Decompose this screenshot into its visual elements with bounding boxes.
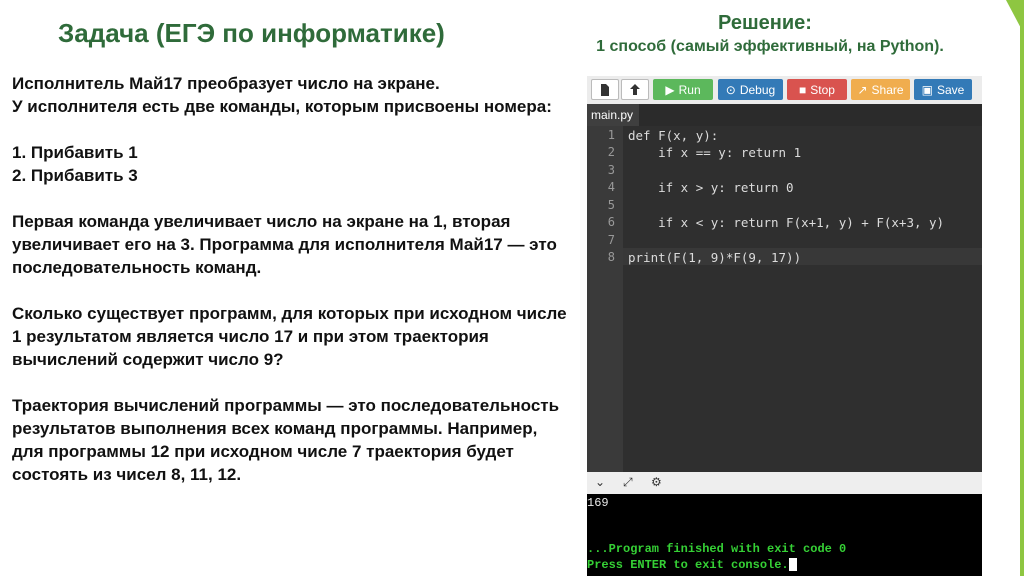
code-line: print(F(1, 9)*F(9, 17)) [628, 250, 802, 265]
debug-label: Debug [739, 82, 776, 97]
line-number: 5 [607, 198, 615, 212]
slide-title: Задача (ЕГЭ по информатике) [58, 18, 445, 48]
console-prompt: Press ENTER to exit console. [587, 558, 797, 572]
upload-icon[interactable] [621, 79, 649, 100]
console-cursor [788, 558, 797, 572]
console-prompt-text: Press ENTER to exit console. [587, 558, 789, 572]
play-icon: ▶ [665, 82, 675, 97]
share-icon: ↗ [857, 82, 868, 97]
console-finished: ...Program finished with exit code 0 [587, 542, 847, 556]
save-icon: ▣ [921, 82, 933, 97]
task-paragraph: 1. Прибавить 1 [12, 143, 138, 162]
line-number: 6 [607, 215, 615, 229]
online-ide: ▶ Run ⊙ Debug ■ Stop ↗ Share ▣ Save main… [587, 76, 982, 576]
run-label: Run [678, 82, 701, 97]
task-paragraph: Траектория вычислений программы — это по… [12, 396, 560, 484]
solution-subtitle: 1 способ (самый эффективный, на Python). [596, 38, 944, 55]
task-paragraph: У исполнителя есть две команды, которым … [12, 97, 552, 116]
accent-bar [1020, 0, 1024, 576]
ide-toolbar: ▶ Run ⊙ Debug ■ Stop ↗ Share ▣ Save [587, 76, 982, 104]
debug-icon: ⊙ [725, 82, 736, 97]
line-number: 1 [607, 128, 615, 142]
code-line: def F(x, y): [628, 128, 719, 143]
task-paragraph: Исполнитель Май17 преобразует число на э… [12, 74, 440, 93]
code-line: if x < y: return F(x+1, y) + F(x+3, y) [628, 215, 945, 230]
save-button[interactable]: ▣ Save [914, 79, 972, 100]
task-text: Исполнитель Май17 преобразует число на э… [12, 72, 572, 486]
accent-corner [1006, 0, 1024, 34]
line-number: 8 [607, 250, 615, 264]
stop-label: Stop [810, 82, 835, 97]
console-output[interactable]: 169 ...Program finished with exit code 0… [587, 494, 982, 576]
run-button[interactable]: ▶ Run [653, 79, 713, 100]
chevron-down-icon[interactable]: ⌄ [595, 475, 605, 489]
tab-main-py[interactable]: main.py [587, 104, 639, 126]
settings-icon[interactable]: ⚙ [651, 475, 662, 489]
share-label: Share [871, 82, 904, 97]
solution-title: Решение: [718, 12, 812, 34]
task-paragraph: Первая команда увеличивает число на экра… [12, 212, 557, 277]
tab-bar: main.py [587, 104, 982, 126]
task-paragraph: 2. Прибавить 3 [12, 166, 138, 185]
code-editor[interactable]: 1 2 3 4 5 6 7 8 def F(x, y): if x == y: … [587, 126, 982, 472]
stop-icon: ■ [799, 82, 807, 97]
console-toolbar: ⌄ ⤢ ⚙ [587, 472, 982, 494]
save-label: Save [936, 82, 965, 97]
expand-icon[interactable]: ⤢ [623, 475, 633, 490]
debug-button[interactable]: ⊙ Debug [718, 79, 783, 100]
code-line: if x == y: return 1 [628, 145, 802, 160]
stop-button[interactable]: ■ Stop [787, 79, 847, 100]
console-result: 169 [587, 496, 609, 510]
line-gutter [587, 126, 623, 472]
line-number: 4 [607, 180, 615, 194]
line-number: 3 [607, 163, 615, 177]
code-line: if x > y: return 0 [628, 180, 794, 195]
line-number: 2 [607, 145, 615, 159]
share-button[interactable]: ↗ Share [851, 79, 910, 100]
file-icon[interactable] [591, 79, 619, 100]
task-paragraph: Сколько существует программ, для которых… [12, 304, 567, 369]
line-number: 7 [607, 233, 615, 247]
